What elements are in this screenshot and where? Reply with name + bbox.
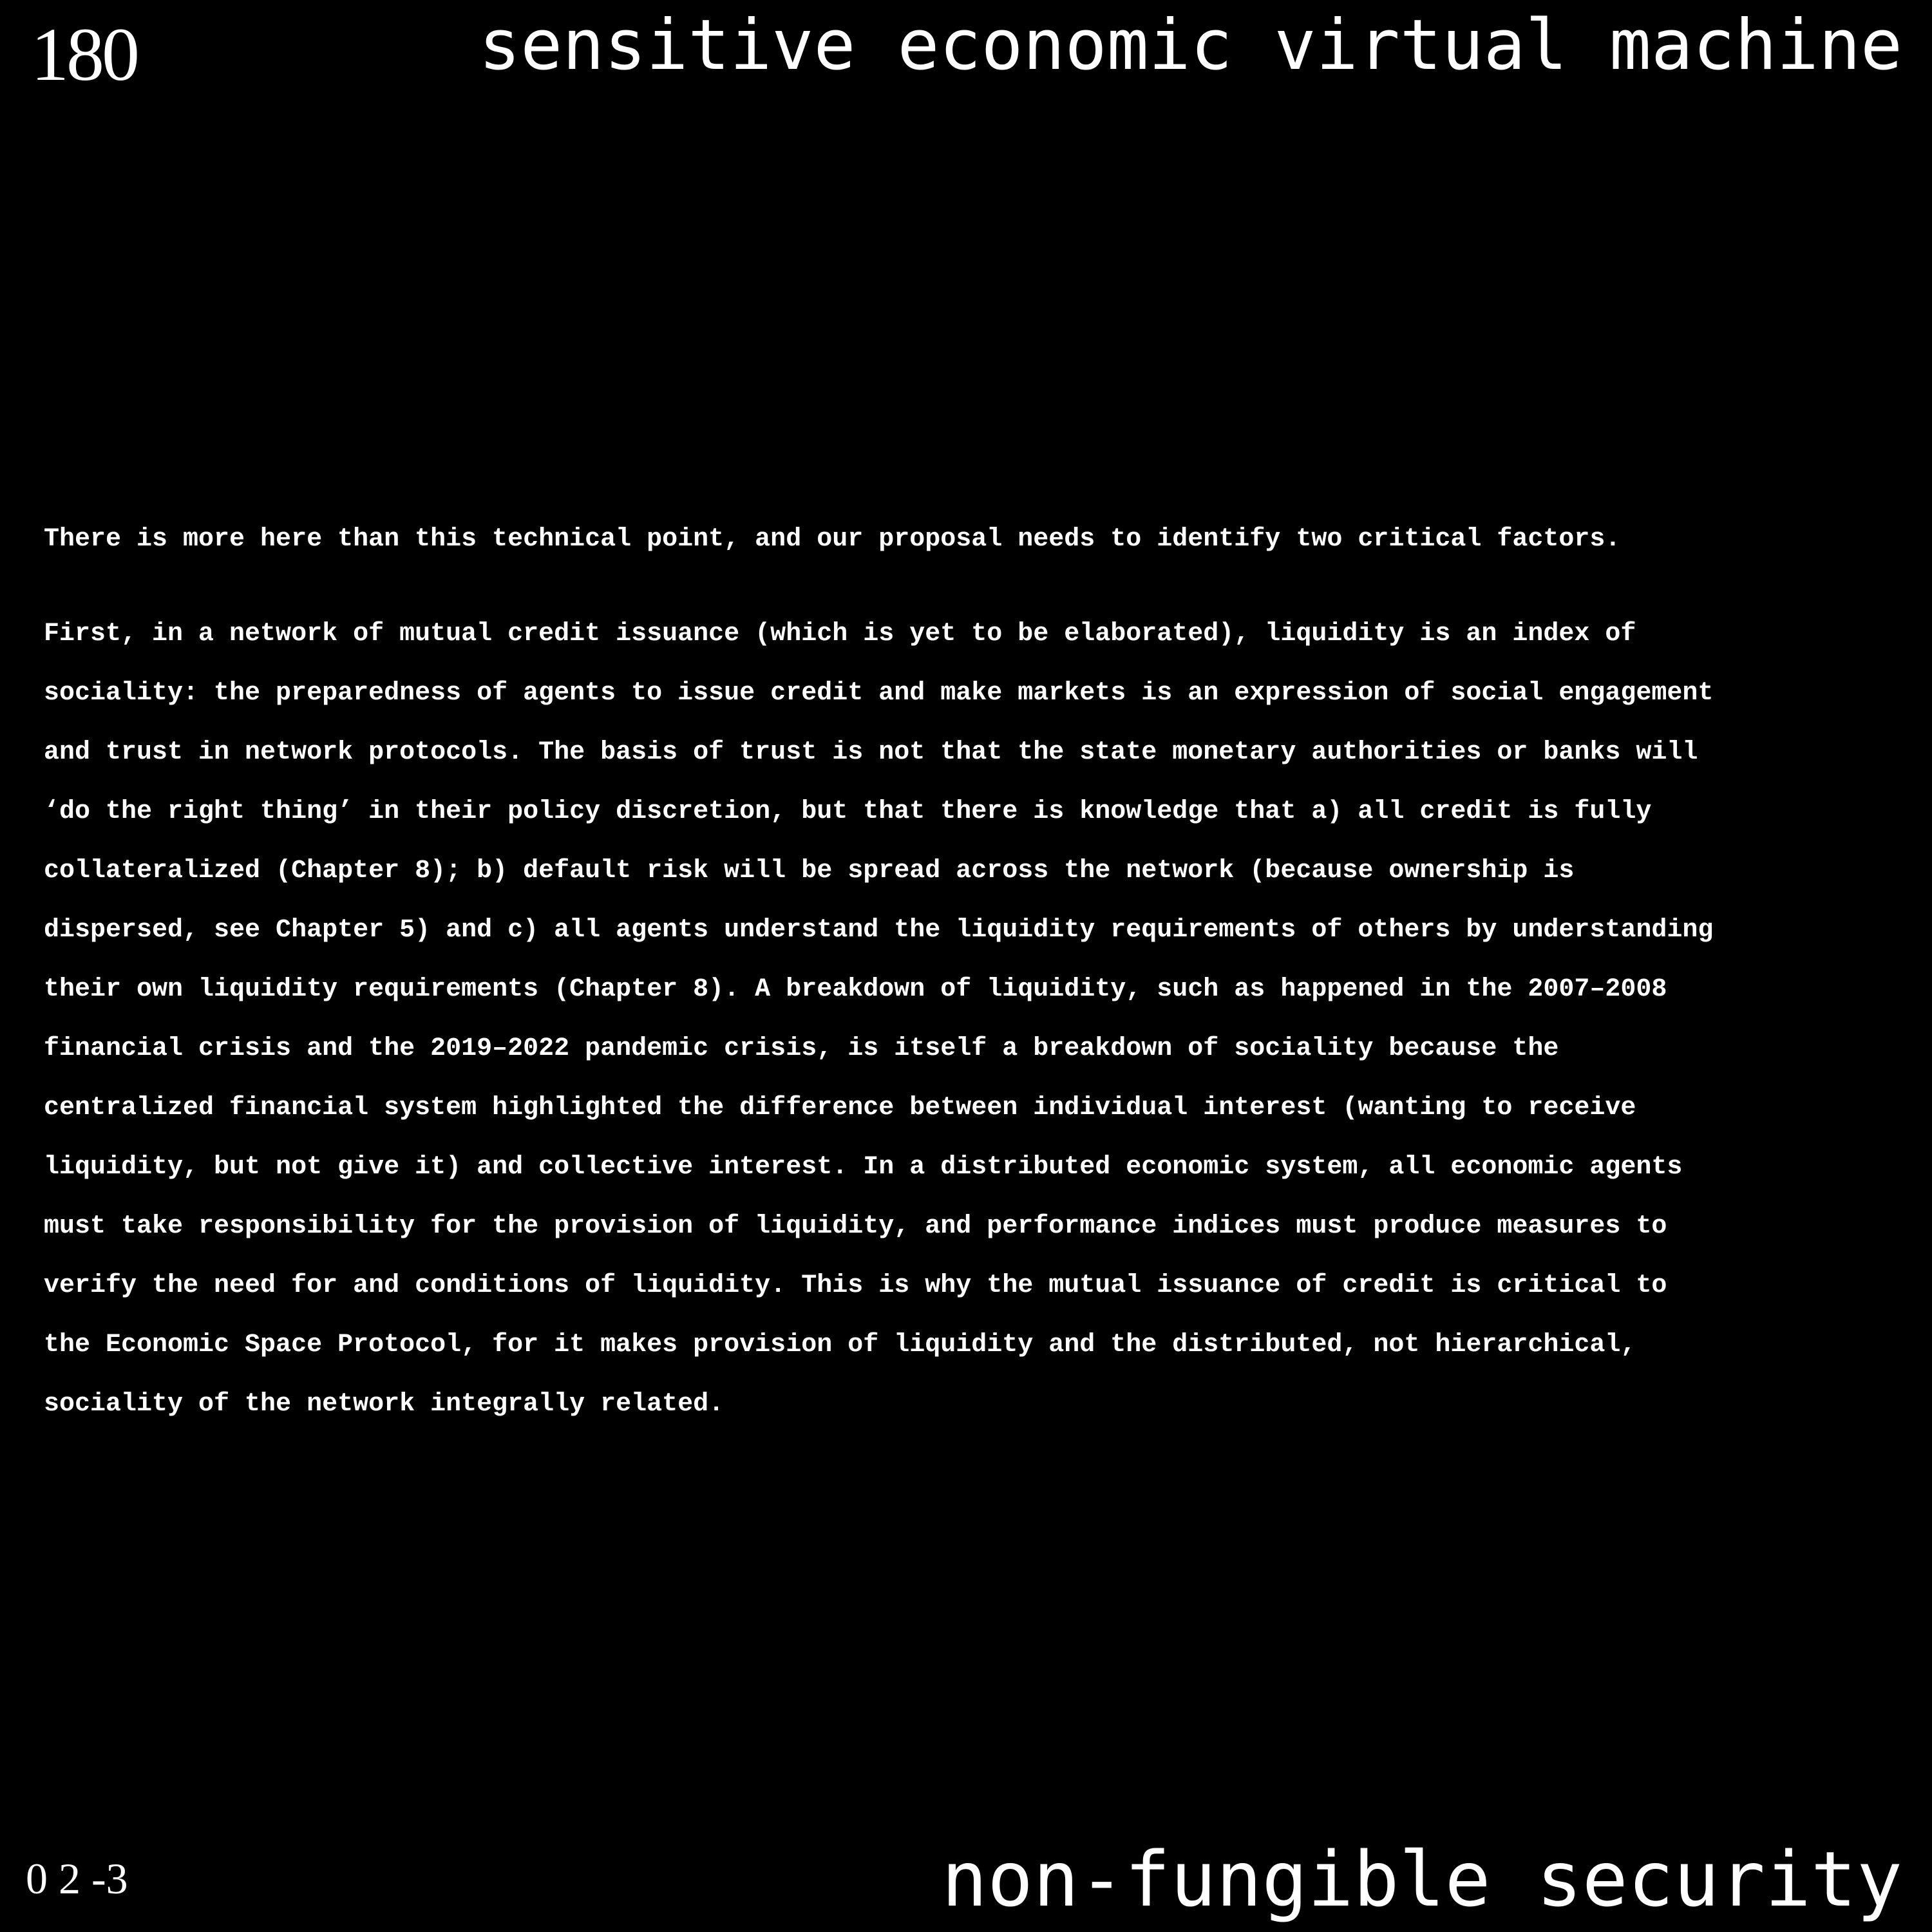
paragraph-line: and trust in network protocols. The basi… — [44, 738, 1698, 767]
paragraph-line: financial crisis and the 2019–2022 pande… — [44, 1034, 1559, 1063]
paragraph-line: verify the need for and conditions of li… — [44, 1271, 1667, 1300]
paragraph-line: liquidity, but not give it) and collecti… — [44, 1153, 1683, 1182]
code-marker: 0 2 -3 — [26, 1854, 128, 1903]
section-title: non-fungible security — [942, 1835, 1902, 1924]
paragraph-line: sociality of the network integrally rela… — [44, 1390, 724, 1419]
running-title: sensitive economic virtual machine — [478, 5, 1902, 86]
paragraph-line: centralized financial system highlighted… — [44, 1094, 1636, 1122]
paragraph-line: First, in a network of mutual credit iss… — [44, 620, 1636, 649]
paragraph-line: must take responsibility for the provisi… — [44, 1212, 1667, 1241]
paragraph-line: the Economic Space Protocol, for it make… — [44, 1331, 1636, 1359]
paragraph-line: sociality: the preparedness of agents to… — [44, 679, 1714, 708]
paragraph-main: First, in a network of mutual credit iss… — [44, 605, 1911, 1434]
paragraph-line: their own liquidity requirements (Chapte… — [44, 975, 1667, 1004]
paragraph-intro: There is more here than this technical p… — [44, 525, 1621, 554]
page-number: 180 — [31, 12, 140, 97]
paragraph-line: ‘do the right thing’ in their policy dis… — [44, 797, 1652, 826]
body-text: There is more here than this technical p… — [44, 510, 1911, 1434]
paragraph-line: collateralized (Chapter 8); b) default r… — [44, 857, 1575, 886]
paragraph-line: dispersed, see Chapter 5) and c) all age… — [44, 916, 1714, 945]
